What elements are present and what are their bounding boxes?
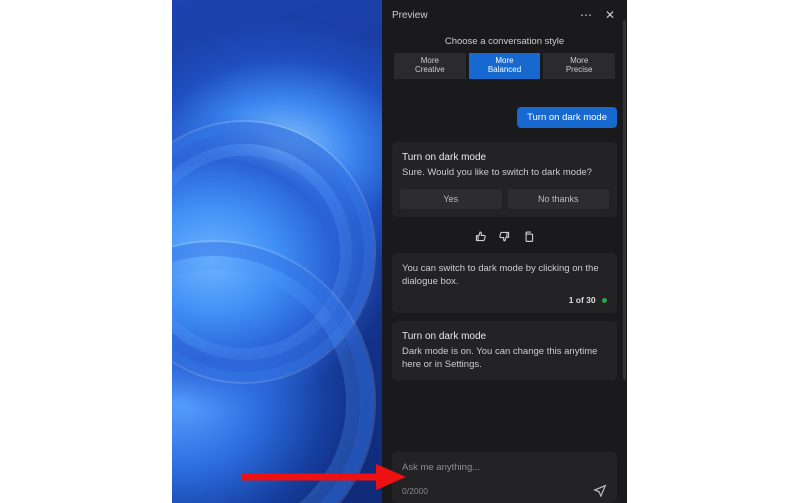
char-counter: 0/2000: [402, 486, 428, 496]
scrollbar[interactable]: [623, 20, 626, 380]
input-placeholder: Ask me anything...: [402, 462, 607, 473]
assistant-card-info: You can switch to dark mode by clicking …: [392, 253, 617, 313]
thumbs-up-icon[interactable]: [474, 229, 488, 243]
card-title: Turn on dark mode: [402, 152, 607, 163]
card-text: You can switch to dark mode by clicking …: [402, 263, 607, 289]
chat-body: Turn on dark mode Turn on dark mode Sure…: [382, 93, 627, 444]
conversation-style-block: Choose a conversation style More Creativ…: [382, 28, 627, 93]
status-dot: [602, 298, 607, 303]
more-icon[interactable]: ⋯: [577, 6, 595, 24]
card-text: Sure. Would you like to switch to dark m…: [402, 167, 607, 180]
copilot-panel: Preview ⋯ ✕ Choose a conversation style …: [382, 0, 627, 503]
panel-header: Preview ⋯ ✕: [382, 0, 627, 28]
close-icon[interactable]: ✕: [601, 6, 619, 24]
style-balanced[interactable]: More Balanced: [469, 53, 541, 79]
card-text: Dark mode is on. You can change this any…: [402, 346, 607, 372]
assistant-card-prompt: Turn on dark mode Sure. Would you like t…: [392, 142, 617, 218]
no-thanks-button[interactable]: No thanks: [508, 189, 610, 209]
feedback-row: [392, 229, 617, 243]
style-precise[interactable]: More Precise: [543, 53, 615, 79]
turn-counter-row: 1 of 30: [402, 295, 607, 305]
card-title: Turn on dark mode: [402, 331, 607, 342]
send-icon[interactable]: [593, 483, 607, 499]
turn-counter: 1 of 30: [569, 295, 596, 305]
yes-button[interactable]: Yes: [400, 189, 502, 209]
input-area[interactable]: Ask me anything... 0/2000: [392, 452, 617, 503]
desktop-wallpaper: [172, 0, 392, 503]
style-creative[interactable]: More Creative: [394, 53, 466, 79]
assistant-card-confirm: Turn on dark mode Dark mode is on. You c…: [392, 321, 617, 380]
thumbs-down-icon[interactable]: [498, 229, 512, 243]
user-message: Turn on dark mode: [517, 107, 617, 128]
panel-title: Preview: [392, 10, 571, 21]
copy-icon[interactable]: [522, 229, 536, 243]
style-caption: Choose a conversation style: [394, 36, 615, 47]
